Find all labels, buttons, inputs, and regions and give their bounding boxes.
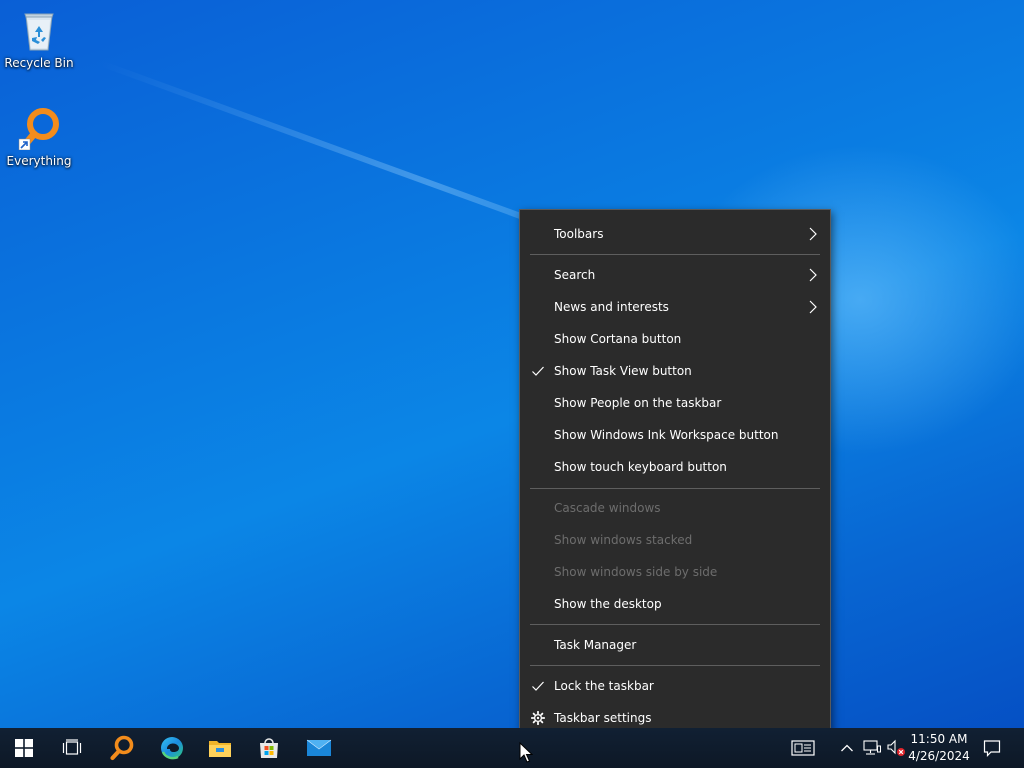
show-hidden-icons-chevron-icon bbox=[841, 744, 853, 752]
desktop[interactable]: Recycle Bin Everything bbox=[0, 0, 1024, 728]
menu-separator bbox=[530, 254, 820, 255]
mail-icon bbox=[306, 739, 332, 756]
file-explorer-icon bbox=[209, 741, 231, 757]
menu-item-show-the-desktop[interactable]: Show the desktop bbox=[520, 588, 830, 620]
clock-time: 11:50 AM bbox=[910, 732, 968, 746]
news-widget-button[interactable] bbox=[786, 728, 820, 768]
menu-item-label: Show People on the taskbar bbox=[554, 396, 722, 410]
menu-item-label: Show touch keyboard button bbox=[554, 460, 727, 474]
menu-item-label: Search bbox=[554, 268, 596, 282]
menu-item-cascade-windows: Cascade windows bbox=[520, 492, 830, 524]
menu-item-label: News and interests bbox=[554, 300, 669, 314]
taskbar-file-explorer-button[interactable] bbox=[196, 728, 244, 768]
edge-browser-icon bbox=[161, 737, 183, 760]
everything-search-icon bbox=[110, 735, 134, 761]
network-button[interactable] bbox=[860, 728, 884, 768]
show-hidden-icons-button[interactable] bbox=[836, 728, 858, 768]
menu-item-label: Show Task View button bbox=[554, 364, 692, 378]
news-widget-icon bbox=[791, 740, 815, 756]
menu-separator bbox=[530, 665, 820, 666]
everything-search-icon bbox=[18, 108, 59, 150]
menu-item-label: Toolbars bbox=[554, 227, 604, 241]
microsoft-store-icon bbox=[260, 738, 278, 758]
network-icon bbox=[863, 740, 881, 755]
menu-item-label: Task Manager bbox=[554, 638, 637, 652]
menu-item-label: Cascade windows bbox=[554, 501, 661, 515]
notification-center-icon bbox=[983, 740, 1001, 757]
taskbar-everything-button[interactable] bbox=[98, 728, 146, 768]
menu-item-lock-the-taskbar[interactable]: Lock the taskbar bbox=[520, 670, 830, 702]
recycle-bin-icon bbox=[24, 13, 54, 51]
mouse-cursor-icon bbox=[519, 742, 533, 763]
chevron-right-icon bbox=[809, 300, 817, 314]
menu-item-toolbars[interactable]: Toolbars bbox=[520, 218, 830, 250]
menu-separator bbox=[530, 488, 820, 489]
menu-item-show-windows-ink[interactable]: Show Windows Ink Workspace button bbox=[520, 419, 830, 451]
clock-date: 4/26/2024 bbox=[908, 749, 970, 763]
volume-button[interactable] bbox=[884, 728, 908, 768]
desktop-icon-recycle-bin[interactable]: Recycle Bin bbox=[1, 8, 77, 70]
chevron-right-icon bbox=[809, 227, 817, 241]
notification-center-button[interactable] bbox=[978, 728, 1006, 768]
gear-icon bbox=[531, 711, 545, 725]
menu-item-label: Lock the taskbar bbox=[554, 679, 654, 693]
task-view-icon bbox=[62, 739, 82, 755]
taskbar-edge-button[interactable] bbox=[148, 728, 196, 768]
menu-item-show-task-view-button[interactable]: Show Task View button bbox=[520, 355, 830, 387]
chevron-right-icon bbox=[809, 268, 817, 282]
menu-item-show-people[interactable]: Show People on the taskbar bbox=[520, 387, 830, 419]
menu-item-label: Show windows stacked bbox=[554, 533, 693, 547]
menu-item-label: Show the desktop bbox=[554, 597, 662, 611]
taskbar-store-button[interactable] bbox=[245, 728, 293, 768]
menu-separator bbox=[530, 624, 820, 625]
taskbar-context-menu: Toolbars Search News and interests Show … bbox=[519, 209, 831, 741]
task-view-button[interactable] bbox=[48, 728, 96, 768]
menu-item-label: Show windows side by side bbox=[554, 565, 718, 579]
menu-item-label: Taskbar settings bbox=[554, 711, 652, 725]
menu-item-show-windows-side-by-side: Show windows side by side bbox=[520, 556, 830, 588]
start-button[interactable] bbox=[0, 728, 48, 768]
menu-item-task-manager[interactable]: Task Manager bbox=[520, 629, 830, 661]
menu-item-show-windows-stacked: Show windows stacked bbox=[520, 524, 830, 556]
menu-item-news-and-interests[interactable]: News and interests bbox=[520, 291, 830, 323]
checkmark-icon bbox=[532, 681, 544, 691]
taskbar-mail-button[interactable] bbox=[295, 728, 343, 768]
desktop-icon-label: Everything bbox=[6, 154, 72, 168]
menu-item-search[interactable]: Search bbox=[520, 259, 830, 291]
menu-item-label: Show Cortana button bbox=[554, 332, 682, 346]
taskbar-clock[interactable]: 11:50 AM 4/26/2024 bbox=[906, 731, 972, 765]
checkmark-icon bbox=[532, 366, 544, 376]
volume-muted-icon bbox=[887, 739, 905, 756]
desktop-icon-everything[interactable]: Everything bbox=[1, 106, 77, 168]
taskbar[interactable]: 11:50 AM 4/26/2024 bbox=[0, 728, 1024, 768]
menu-item-show-touch-keyboard[interactable]: Show touch keyboard button bbox=[520, 451, 830, 483]
menu-item-label: Show Windows Ink Workspace button bbox=[554, 428, 779, 442]
start-windows-icon bbox=[15, 739, 33, 757]
menu-item-show-cortana-button[interactable]: Show Cortana button bbox=[520, 323, 830, 355]
desktop-icon-label: Recycle Bin bbox=[4, 56, 74, 70]
